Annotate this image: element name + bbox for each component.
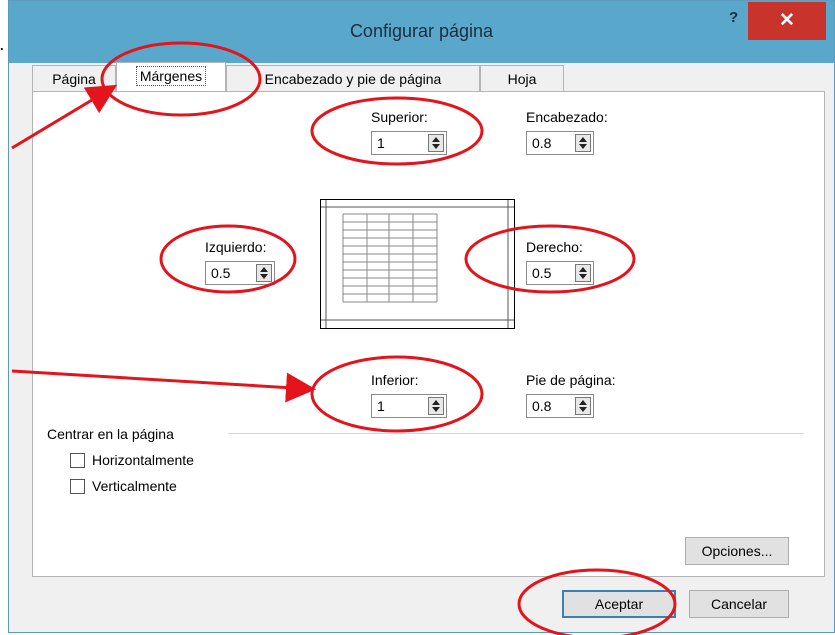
annotation-circle-derecho xyxy=(464,224,636,294)
annotation-circle-superior xyxy=(310,96,484,166)
annotation-arrow-to-tab xyxy=(11,84,118,150)
annotation-circle-aceptar xyxy=(517,568,677,635)
annotation-overlay xyxy=(11,41,677,635)
annotation-circle-izquierdo xyxy=(159,224,297,294)
annotation-arrow-to-inferior xyxy=(11,369,316,403)
annotation-circle-inferior xyxy=(310,355,484,433)
annotation-circle-margenes-tab xyxy=(100,41,262,117)
